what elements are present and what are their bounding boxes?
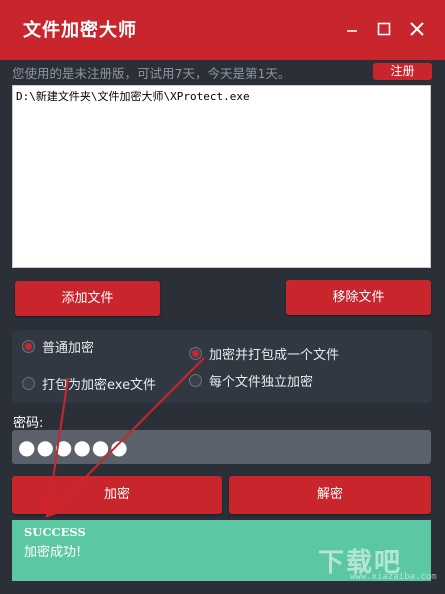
password-label: 密码: — [13, 416, 44, 431]
encrypt-button[interactable]: 加密 — [12, 476, 222, 514]
app-title: 文件加密大师 — [23, 20, 137, 41]
option-encrypt-pack-one[interactable]: 加密并打包成一个文件 — [189, 344, 339, 363]
radio-checked-icon[interactable] — [22, 340, 35, 353]
option-label: 普通加密 — [42, 341, 95, 356]
option-pack-exe[interactable]: 打包为加密exe文件 — [22, 374, 156, 393]
option-label: 每个文件独立加密 — [209, 375, 314, 390]
file-list-item[interactable]: D:\新建文件夹\文件加密大师\XProtect.exe — [13, 86, 430, 106]
result-status: SUCCESS — [24, 525, 86, 539]
decrypt-button[interactable]: 解密 — [229, 476, 431, 514]
radio-unchecked-icon[interactable] — [189, 374, 202, 387]
maximize-icon[interactable] — [375, 20, 393, 38]
result-message: 加密成功! — [24, 545, 82, 560]
file-list[interactable]: D:\新建文件夹\文件加密大师\XProtect.exe — [12, 85, 431, 268]
trial-notice: 您使用的是未注册版，可试用7天，今天是第1天。 — [12, 66, 291, 81]
close-icon[interactable] — [408, 20, 426, 38]
watermark-url: www.xiazaiba.com — [350, 572, 437, 582]
radio-checked-icon[interactable] — [189, 347, 202, 360]
title-bar: 文件加密大师 — [0, 0, 445, 60]
remove-file-button[interactable]: 移除文件 — [286, 280, 431, 315]
radio-unchecked-icon[interactable] — [22, 377, 35, 390]
add-file-button[interactable]: 添加文件 — [15, 281, 160, 316]
password-input[interactable]: ●●●●●● — [12, 430, 431, 464]
register-button[interactable]: 注册 — [373, 63, 432, 80]
minimize-icon[interactable] — [343, 20, 361, 38]
option-normal-encrypt[interactable]: 普通加密 — [22, 337, 94, 356]
option-label: 打包为加密exe文件 — [42, 378, 157, 393]
option-label: 加密并打包成一个文件 — [209, 348, 340, 363]
option-each-file-independent[interactable]: 每个文件独立加密 — [189, 371, 313, 390]
